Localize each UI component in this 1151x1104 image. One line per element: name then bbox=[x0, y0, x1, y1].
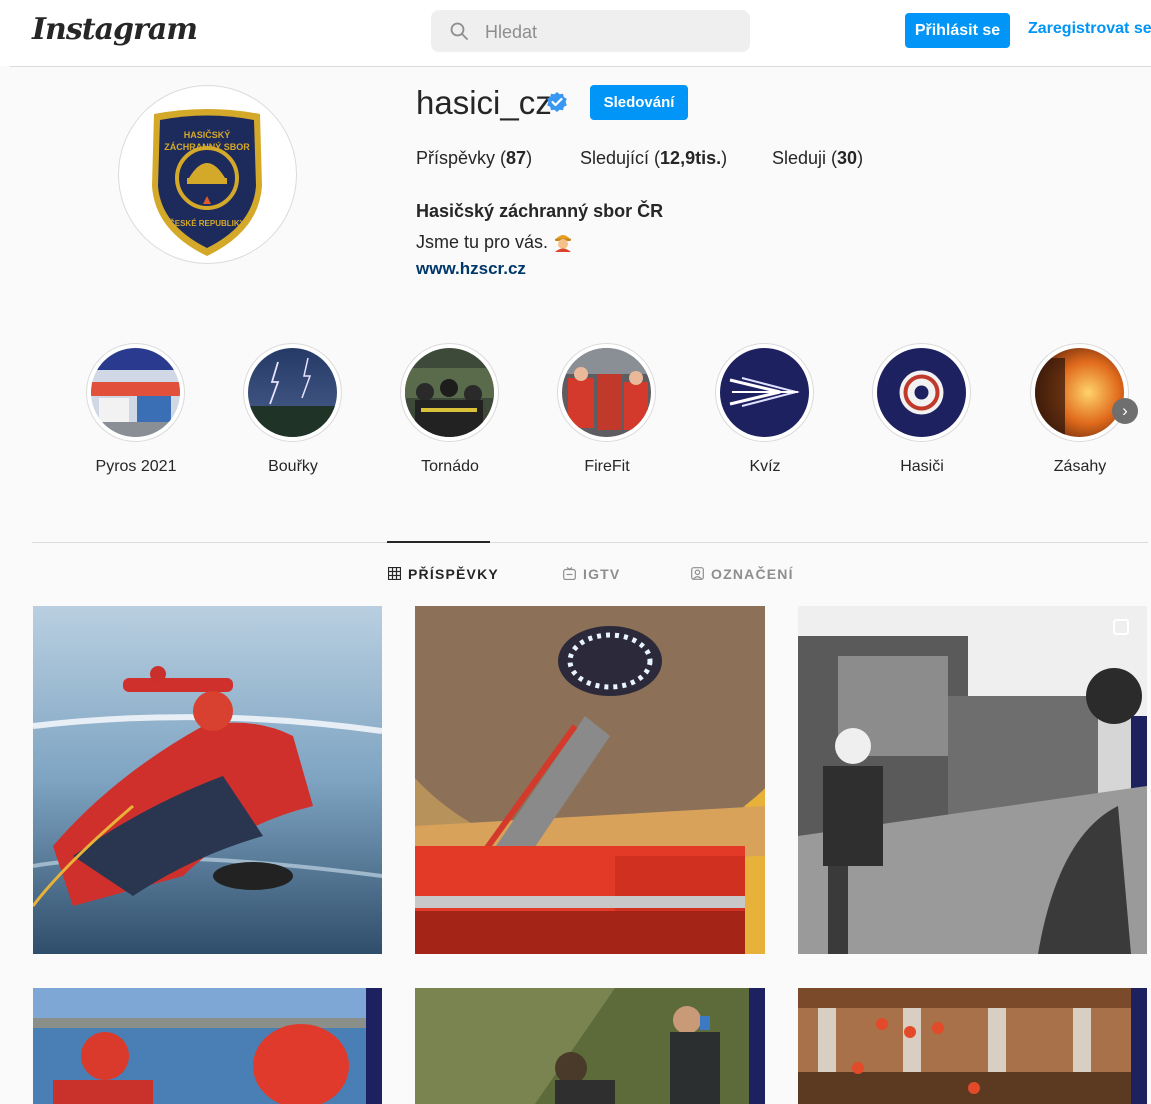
highlight-ring bbox=[86, 343, 185, 442]
stat-posts-label: Příspěvky bbox=[416, 148, 496, 168]
chevron-right-icon[interactable]: › bbox=[1112, 398, 1138, 424]
highlight-item[interactable]: Hasiči bbox=[872, 343, 972, 475]
highlight-ring bbox=[1030, 343, 1129, 442]
stat-followers-count: 12,9tis. bbox=[660, 148, 722, 168]
highlight-cover bbox=[720, 348, 809, 437]
post-image bbox=[415, 988, 765, 1104]
post-image bbox=[33, 606, 382, 954]
stat-followers-label: Sledující bbox=[580, 148, 650, 168]
highlight-item[interactable]: Kvíz bbox=[715, 343, 815, 475]
grid-icon bbox=[388, 567, 401, 580]
tab-tagged[interactable]: OZNAČENÍ bbox=[691, 566, 794, 582]
hzs-badge-logo-icon: HASIČSKÝ ZÁCHRANNÝ SBOR ČESKÉ REPUBLIKY bbox=[152, 109, 262, 256]
tab-igtv[interactable]: IGTV bbox=[563, 566, 620, 582]
highlight-item[interactable]: Pyros 2021 bbox=[86, 343, 186, 475]
search-input[interactable] bbox=[483, 18, 737, 46]
profile-bio-text: Jsme tu pro vás. bbox=[416, 232, 549, 252]
post-thumbnail[interactable] bbox=[798, 606, 1147, 954]
search-icon bbox=[450, 22, 468, 40]
tab-posts[interactable]: PŘÍSPĚVKY bbox=[388, 566, 499, 582]
post-image bbox=[33, 988, 382, 1104]
highlight-label: Hasiči bbox=[900, 458, 944, 475]
profile-website-link[interactable]: www.hzscr.cz bbox=[416, 259, 526, 279]
tabs-divider bbox=[32, 542, 1148, 543]
highlight-item[interactable]: Zásahy bbox=[1030, 343, 1130, 475]
svg-text:ZÁCHRANNÝ SBOR: ZÁCHRANNÝ SBOR bbox=[164, 141, 250, 152]
highlight-label: FireFit bbox=[584, 458, 630, 475]
highlight-item[interactable]: FireFit bbox=[557, 343, 657, 475]
stat-followers[interactable]: Sledující (12,9tis.) bbox=[580, 148, 727, 169]
stat-posts[interactable]: Příspěvky (87) bbox=[416, 148, 532, 169]
highlight-ring bbox=[400, 343, 499, 442]
highlight-label: Bouřky bbox=[268, 458, 318, 475]
highlight-cover bbox=[91, 348, 180, 437]
highlight-item[interactable]: Tornádo bbox=[400, 343, 500, 475]
post-thumbnail[interactable] bbox=[33, 988, 382, 1104]
tab-posts-label: PŘÍSPĚVKY bbox=[408, 566, 499, 582]
highlight-ring bbox=[715, 343, 814, 442]
post-thumbnail[interactable] bbox=[415, 988, 765, 1104]
post-thumbnail[interactable] bbox=[415, 606, 765, 954]
register-link[interactable]: Zaregistrovat se bbox=[1028, 20, 1151, 38]
post-image bbox=[798, 606, 1147, 954]
highlight-label: Tornádo bbox=[421, 458, 479, 475]
highlight-cover bbox=[248, 348, 337, 437]
top-navigation-bar: Instagram Přihlásit se Zaregistrovat se bbox=[0, 0, 1151, 66]
profile-avatar[interactable]: HASIČSKÝ ZÁCHRANNÝ SBOR ČESKÉ REPUBLIKY bbox=[118, 85, 297, 264]
post-thumbnail[interactable] bbox=[798, 988, 1147, 1104]
search-box[interactable] bbox=[431, 10, 750, 52]
stat-following-count: 30 bbox=[837, 148, 858, 168]
highlight-label: Kvíz bbox=[749, 458, 781, 475]
post-image bbox=[798, 988, 1147, 1104]
verified-badge-icon bbox=[547, 92, 567, 112]
highlight-item[interactable]: Bouřky bbox=[243, 343, 343, 475]
tab-tagged-label: OZNAČENÍ bbox=[711, 566, 794, 582]
post-image bbox=[415, 606, 765, 954]
follow-button[interactable]: Sledování bbox=[590, 85, 688, 120]
stat-following-label: Sleduji bbox=[772, 148, 827, 168]
firefighter-emoji-icon bbox=[555, 235, 572, 252]
tab-igtv-label: IGTV bbox=[583, 566, 621, 582]
tagged-icon bbox=[691, 567, 704, 580]
stat-following[interactable]: Sleduji (30) bbox=[772, 148, 863, 169]
highlight-cover bbox=[877, 348, 966, 437]
active-tab-indicator bbox=[387, 541, 490, 543]
highlight-label: Zásahy bbox=[1053, 458, 1107, 475]
post-thumbnail[interactable] bbox=[33, 606, 382, 954]
profile-full-name: Hasičský záchranný sbor ČR bbox=[416, 201, 664, 221]
profile-bio: Jsme tu pro vás. bbox=[416, 230, 574, 253]
login-button[interactable]: Přihlásit se bbox=[905, 13, 1010, 48]
instagram-logo[interactable]: Instagram bbox=[32, 12, 198, 47]
header-divider bbox=[10, 66, 1151, 67]
highlight-ring bbox=[243, 343, 342, 442]
highlight-cover bbox=[1035, 348, 1124, 437]
highlight-ring bbox=[557, 343, 656, 442]
stat-posts-count: 87 bbox=[506, 148, 527, 168]
highlight-label: Pyros 2021 bbox=[95, 458, 177, 475]
svg-text:HASIČSKÝ: HASIČSKÝ bbox=[184, 129, 231, 140]
highlight-cover bbox=[562, 348, 651, 437]
highlight-cover bbox=[405, 348, 494, 437]
profile-username: hasici_cz bbox=[416, 84, 552, 121]
highlight-ring bbox=[872, 343, 971, 442]
svg-text:ČESKÉ REPUBLIKY: ČESKÉ REPUBLIKY bbox=[169, 219, 246, 228]
igtv-icon bbox=[563, 567, 576, 580]
